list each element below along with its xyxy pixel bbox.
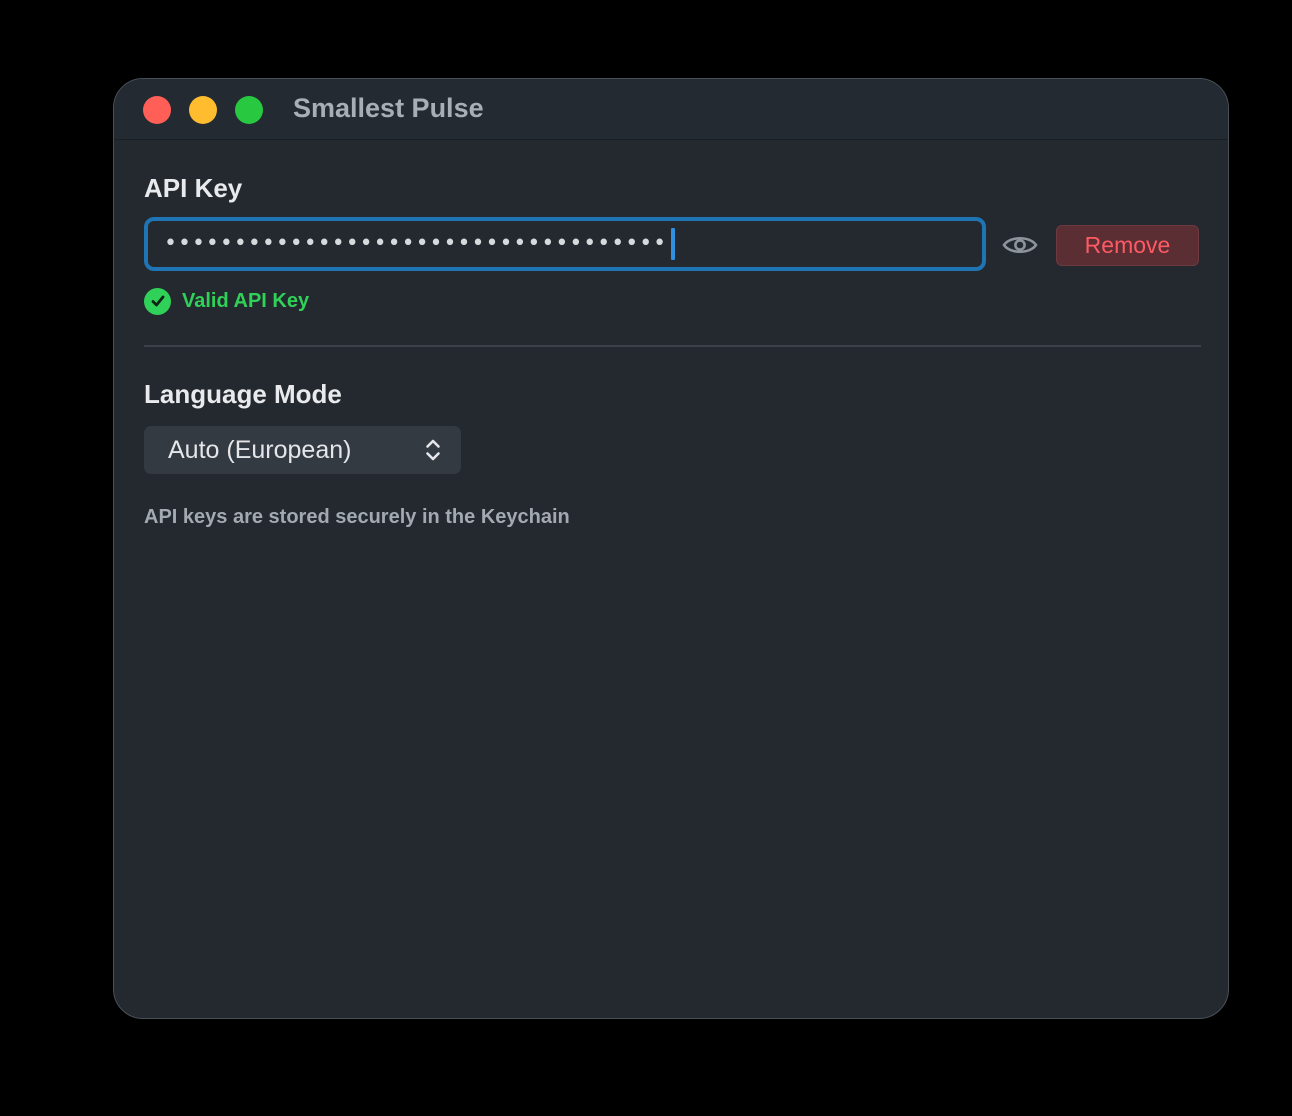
- minimize-window-button[interactable]: [189, 96, 217, 124]
- api-key-status: Valid API Key: [144, 287, 309, 315]
- api-key-field[interactable]: ••••••••••••••••••••••••••••••••••••: [144, 217, 986, 271]
- keychain-footnote: API keys are stored securely in the Keyc…: [144, 506, 570, 528]
- section-divider: [144, 345, 1201, 347]
- maximize-window-button[interactable]: [235, 96, 263, 124]
- api-key-label: API Key: [144, 173, 243, 203]
- window-title: Smallest Pulse: [293, 93, 484, 123]
- chevron-up-down-icon: [426, 439, 440, 461]
- text-caret: [671, 228, 676, 260]
- close-window-button[interactable]: [143, 96, 171, 124]
- language-mode-value: Auto (European): [168, 435, 352, 464]
- language-mode-label: Language Mode: [144, 379, 342, 409]
- reveal-key-button[interactable]: [1002, 227, 1038, 263]
- api-key-status-text: Valid API Key: [182, 289, 310, 312]
- language-mode-select[interactable]: Auto (European): [144, 426, 461, 474]
- remove-key-button[interactable]: Remove: [1056, 225, 1199, 266]
- title-bar[interactable]: Smallest Pulse: [114, 79, 1228, 140]
- api-key-masked-value: ••••••••••••••••••••••••••••••••••••: [164, 231, 668, 256]
- eye-icon: [1002, 236, 1038, 254]
- settings-window: Smallest Pulse API Key •••••••••••••••••…: [113, 78, 1229, 1019]
- checkmark-circle-icon: [144, 287, 171, 315]
